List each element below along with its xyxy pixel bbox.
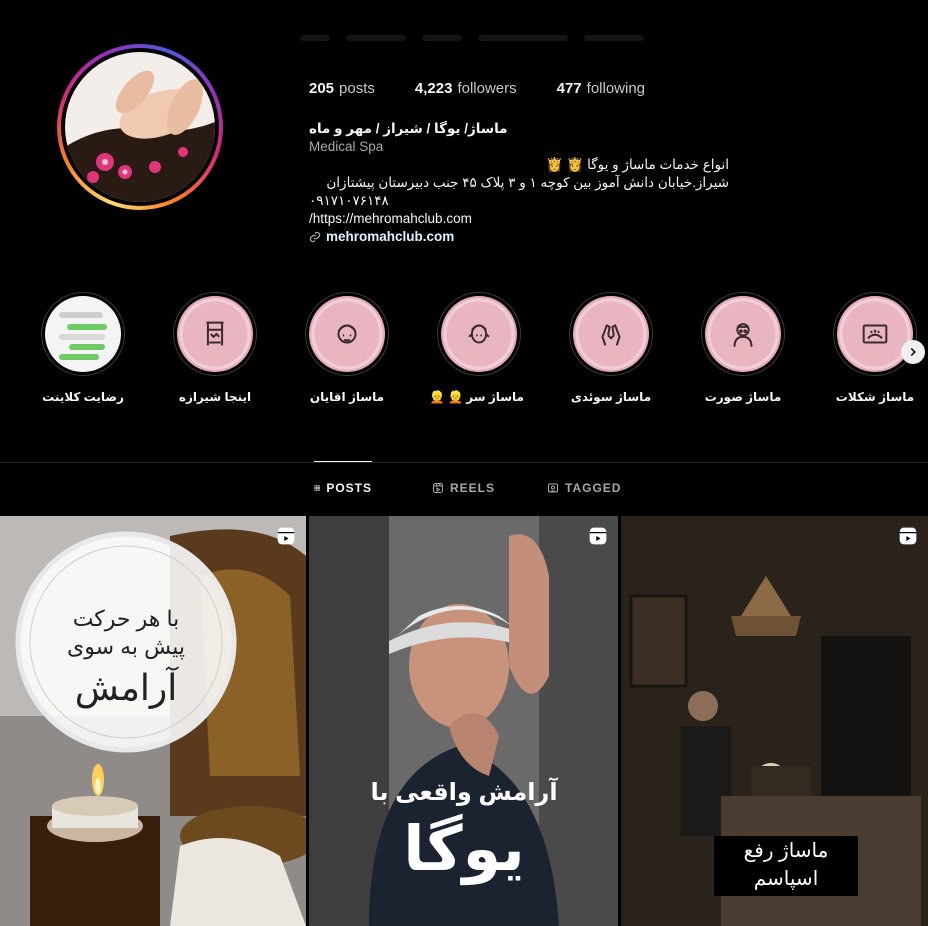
highlight-head-massage[interactable]: ماساژ سر 👱 👱 xyxy=(429,292,524,404)
bio-url-text: /https://mehromahclub.com xyxy=(309,211,472,226)
tab-posts[interactable]: POSTS xyxy=(314,461,372,514)
profile-category: Medical Spa xyxy=(309,139,384,154)
post-caption-title: یوگا xyxy=(403,815,525,884)
tab-label: TAGGED xyxy=(565,481,622,495)
post-image-candle xyxy=(0,516,306,926)
highlight-face-massage[interactable]: ماساژ صورت xyxy=(698,292,788,404)
head-massage-icon xyxy=(468,324,490,344)
highlight-swedish-massage[interactable]: ماساژ سوئدی xyxy=(566,292,656,404)
highlight-label: اینجا شیرازه xyxy=(178,390,252,404)
highlight-label: ماساژ اقایان xyxy=(309,390,385,404)
tab-tagged[interactable]: TAGGED xyxy=(547,462,621,514)
top-nav-faint xyxy=(300,28,680,42)
profile-avatar-story-ring[interactable] xyxy=(57,44,223,210)
highlight-label: ماساژ سر 👱 👱 xyxy=(429,390,524,404)
bio-line: انواع خدمات ماساژ و یوگا 👸 👸 xyxy=(546,157,729,172)
reel-badge-icon xyxy=(899,527,917,545)
highlight-label: ماساژ سوئدی xyxy=(570,390,652,404)
profile-stats: 205 posts 4,223 followers 477 following xyxy=(309,80,645,97)
face-mask-icon xyxy=(733,323,753,347)
tab-label: POSTS xyxy=(326,481,372,495)
post-caption-line: آرامش واقعی با xyxy=(370,779,558,806)
reel-badge-icon xyxy=(277,527,295,545)
profile-tabs: POSTS REELS TAGGED xyxy=(0,461,928,514)
tag-icon xyxy=(548,483,558,493)
post-tile[interactable]: ماساژ رفع اسپاسم xyxy=(621,516,928,926)
highlight-shiraz[interactable]: اینجا شیرازه xyxy=(170,292,260,404)
spa-bath-icon xyxy=(862,324,888,344)
post-tile[interactable]: آرامش واقعی با یوگا xyxy=(309,516,618,926)
story-highlights: رضایت کلاینت اینجا شیرازه ماساژ اقایان م… xyxy=(0,292,928,412)
avatar xyxy=(65,52,215,202)
bio-phone: ۰۹۱۷۱۰۷۶۱۴۸ xyxy=(309,193,389,208)
man-face-icon xyxy=(337,324,357,344)
profile-bio: ماساژ/ یوگا / شیراز / مهر و ماه Medical … xyxy=(309,120,729,246)
hands-icon xyxy=(601,324,621,346)
following-link[interactable]: 477 following xyxy=(557,80,645,97)
highlight-client-satisfaction[interactable]: رضایت کلاینت xyxy=(38,292,128,404)
post-caption-line: ماساژ رفع xyxy=(743,840,829,862)
gate-icon xyxy=(206,321,224,346)
chevron-right-icon xyxy=(910,347,916,357)
post-tile[interactable]: با هر حرکت پیش به سوی آرامش xyxy=(0,516,306,926)
grid-icon xyxy=(314,485,320,491)
post-caption-title: آرامش xyxy=(74,667,178,708)
highlight-men-massage[interactable]: ماساژ اقایان xyxy=(302,292,392,404)
chat-screenshot-thumbnail xyxy=(45,296,121,372)
highlight-label: رضایت کلاینت xyxy=(42,390,124,404)
highlight-label: ماساژ شکلات xyxy=(835,390,915,404)
external-link-text: mehromahclub.com xyxy=(326,229,455,244)
followers-link[interactable]: 4,223 followers xyxy=(415,80,517,97)
external-link[interactable]: mehromahclub.com xyxy=(309,228,729,246)
posts-grid: با هر حرکت پیش به سوی آرامش آرامش واقعی … xyxy=(0,516,928,926)
post-caption-line: با هر حرکت xyxy=(72,606,180,631)
highlights-next-button[interactable] xyxy=(901,340,925,364)
tab-label: REELS xyxy=(450,481,496,495)
highlight-label: ماساژ صورت xyxy=(704,390,782,404)
reel-badge-icon xyxy=(589,527,607,545)
profile-name: ماساژ/ یوگا / شیراز / مهر و ماه xyxy=(309,121,508,136)
post-caption-line: پیش به سوی xyxy=(67,634,185,659)
tab-reels[interactable]: REELS xyxy=(432,462,495,514)
bio-address: شیراز.خیابان دانش آموز بین کوچه ۱ و ۳ پل… xyxy=(326,175,729,190)
post-caption-line: اسپاسم xyxy=(753,868,819,890)
reels-icon xyxy=(433,483,443,493)
link-chain-icon xyxy=(309,231,321,243)
posts-count: 205 posts xyxy=(309,80,375,97)
